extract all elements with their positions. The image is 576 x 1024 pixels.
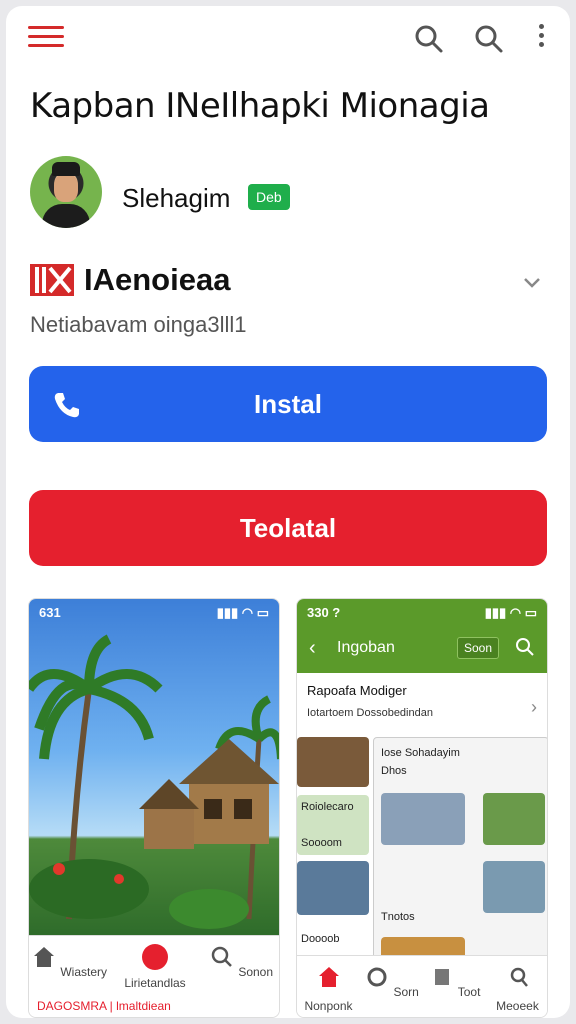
phone-icon (54, 393, 79, 418)
nav-item-profile[interactable]: Meoeek (486, 964, 547, 1013)
search-icon[interactable] (515, 637, 535, 657)
more-vertical-icon[interactable] (536, 24, 546, 54)
chevron-down-icon[interactable] (522, 272, 542, 292)
left-card-subtitle: Soooom (301, 837, 342, 849)
back-icon[interactable]: ‹ (309, 637, 316, 660)
nav-item-search[interactable]: Sorn (360, 964, 423, 999)
screenshot-header: 330 ? ▮▮▮ ◠ ▭ ‹ Ingoban Soon (297, 599, 547, 673)
page-title: Kapban INeIlhapki Mionagia (30, 86, 490, 126)
bottom-nav: Wiastery Lirietandlas Sonon DAGOSMRA | l… (29, 935, 279, 1017)
nav-label: Lirietandlas (124, 976, 186, 990)
profile-icon (510, 967, 528, 987)
avatar[interactable] (30, 156, 102, 228)
secondary-button-label: Teolatal (239, 513, 337, 543)
nav-label: Sorn (393, 985, 419, 999)
footer-text: DAGOSMRA | lmaltdiean (37, 999, 171, 1013)
photo-thumbnail[interactable] (297, 861, 369, 915)
tropical-scene-image: 631 ▮▮▮ ◠ ▭ (29, 599, 279, 937)
app-logo-icon (30, 264, 74, 296)
status-time: 330 ? (307, 605, 341, 620)
nav-label: Meoeek (496, 999, 539, 1013)
nav-label: Toot (457, 985, 481, 999)
header-title: Ingoban (337, 639, 395, 656)
chevron-right-icon[interactable]: › (531, 697, 537, 718)
app-screenshot-2[interactable]: 330 ? ▮▮▮ ◠ ▭ ‹ Ingoban Soon Rapoafa Mod… (296, 598, 548, 1018)
app-subtitle: Netiabavam oinga3lll1 (30, 312, 247, 337)
search-icon (211, 946, 232, 967)
app-screen: Kapban INeIlhapki Mionagia Slehagim Deb … (6, 6, 570, 1018)
bottom-left-label: Doooob (301, 933, 340, 945)
status-bar: 631 ▮▮▮ ◠ ▭ (39, 605, 269, 620)
card-title: Iose Sohadayim (381, 747, 460, 759)
left-card-title: Roiolecaro (301, 801, 354, 813)
google-icon (367, 967, 387, 987)
library-icon (434, 969, 449, 985)
search-icon[interactable] (414, 24, 444, 54)
nav-item-home[interactable]: Wiastery (29, 944, 109, 979)
secondary-button[interactable]: Teolatal (29, 490, 547, 566)
nav-item-search[interactable]: Sonon (201, 944, 279, 979)
nav-label: Sonon (238, 965, 274, 979)
home-icon (318, 967, 339, 987)
search-icon[interactable] (474, 24, 504, 54)
photo-thumbnail[interactable] (483, 861, 545, 913)
developer-name[interactable]: Slehagim (122, 183, 230, 214)
active-tab-icon (142, 944, 168, 970)
bottom-nav: Nonponk Sorn Toot Meoeek (297, 955, 547, 1017)
app-name: IAenoieaa (84, 262, 231, 297)
install-button-label: Instal (254, 389, 322, 419)
card-subtitle: Dhos (381, 765, 407, 777)
card-label: Tnotos (381, 911, 415, 923)
status-bar: 330 ? ▮▮▮ ◠ ▭ (307, 605, 537, 620)
home-icon (33, 947, 54, 967)
hamburger-menu-icon[interactable] (28, 26, 64, 52)
header-badge[interactable]: Soon (457, 637, 500, 659)
photo-thumbnail[interactable] (297, 737, 369, 787)
list-item-subtitle: Iotartoem Dossobedindan (307, 707, 433, 719)
photo-thumbnail[interactable] (483, 793, 545, 845)
developer-badge: Deb (248, 184, 290, 210)
nav-item-home[interactable]: Nonponk (297, 964, 360, 1013)
install-button[interactable]: Instal (29, 366, 547, 442)
nav-label: Nonponk (304, 999, 353, 1013)
photo-thumbnail[interactable] (381, 793, 465, 845)
signal-wifi-battery-icon: ▮▮▮ ◠ ▭ (484, 605, 537, 620)
nav-label: Wiastery (60, 965, 107, 979)
nav-item-library[interactable]: Toot (423, 964, 486, 999)
list-item-title[interactable]: Rapoafa Modiger (307, 683, 407, 698)
status-time: 631 (39, 605, 61, 620)
top-bar (6, 6, 570, 74)
app-screenshot-1[interactable]: 631 ▮▮▮ ◠ ▭ Wiastery Lirietandlas Sonon … (28, 598, 280, 1018)
nav-item-active[interactable]: Lirietandlas (115, 944, 195, 990)
